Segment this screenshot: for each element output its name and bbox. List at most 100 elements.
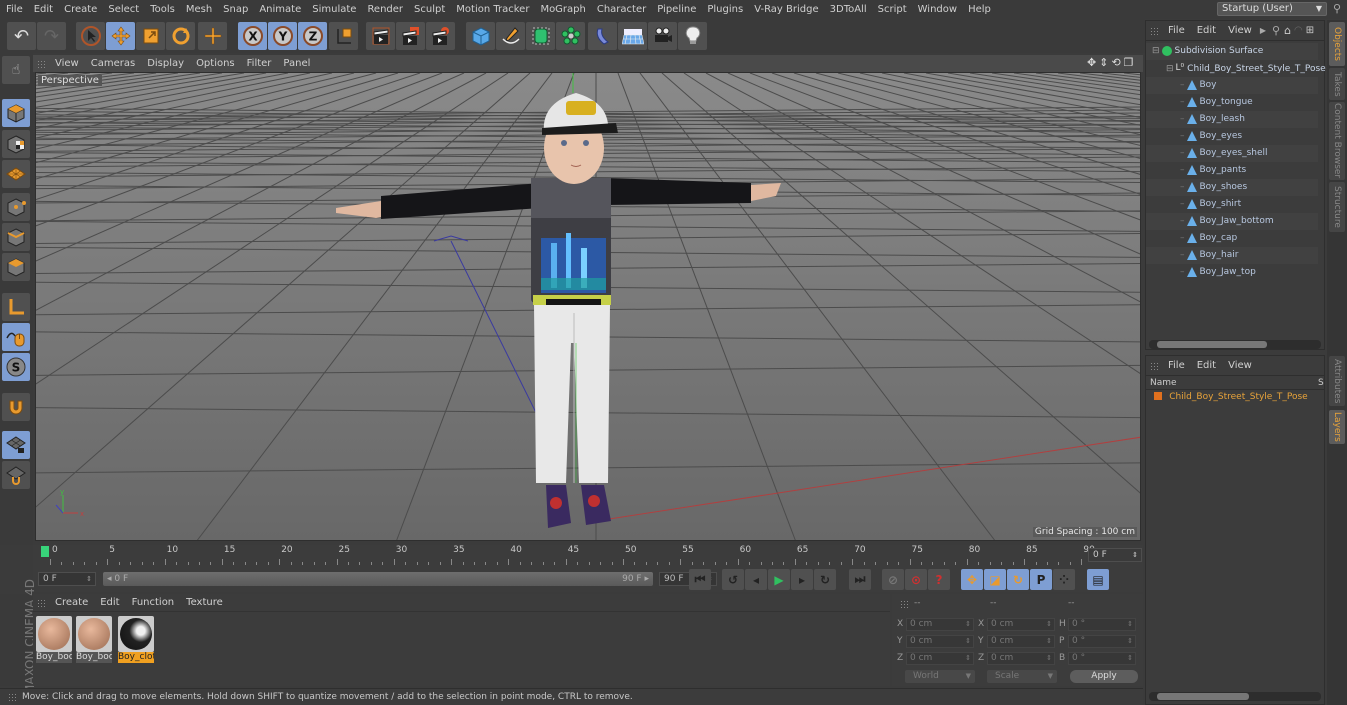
menu-snap[interactable]: Snap: [217, 4, 253, 15]
layer-row[interactable]: Child_Boy_Street_Style_T_Pose: [1154, 391, 1308, 405]
rotation-field[interactable]: 0 ° ⇕: [1068, 618, 1136, 631]
object-row[interactable]: – Boy_cap: [1146, 230, 1318, 247]
planar-workplane-button[interactable]: [2, 461, 30, 489]
model-mode-button[interactable]: [2, 99, 30, 127]
start-frame-field[interactable]: 0 F ⇕: [38, 572, 96, 586]
lock-workplane-button[interactable]: [2, 431, 30, 459]
timeline-window-button[interactable]: ▤: [1087, 569, 1109, 590]
position-field[interactable]: 0 cm ⇕: [906, 618, 974, 631]
polygons-mode-button[interactable]: [2, 253, 30, 281]
object-menu-file[interactable]: File: [1162, 25, 1191, 36]
record-disabled-button[interactable]: ⊘: [882, 569, 904, 590]
home-icon[interactable]: ⌂: [1284, 24, 1291, 37]
tab-objects[interactable]: Objects: [1329, 22, 1345, 66]
key-rotation-button[interactable]: ↻: [1007, 569, 1029, 590]
layer-menu-view[interactable]: View: [1222, 360, 1258, 371]
object-row[interactable]: – Boy_tongue: [1146, 94, 1318, 111]
layout-select[interactable]: Startup (User) ▼: [1217, 2, 1327, 16]
layer-scrollbar[interactable]: [1149, 692, 1321, 701]
menu-mesh[interactable]: Mesh: [180, 4, 217, 15]
object-row[interactable]: – Boy_shoes: [1146, 179, 1318, 196]
object-row[interactable]: – Boy_shirt: [1146, 196, 1318, 213]
3d-viewport[interactable]: y x Perspective Grid Spacing : 100 cm: [35, 72, 1141, 541]
tab-content-browser[interactable]: Content Browser: [1329, 102, 1345, 180]
deformer-button[interactable]: [588, 22, 617, 50]
camera-button[interactable]: [648, 22, 677, 50]
render-picture-viewer-button[interactable]: [396, 22, 425, 50]
workplane-mode-button[interactable]: [2, 160, 30, 188]
cloner-button[interactable]: [556, 22, 585, 50]
viewport-menu-filter[interactable]: Filter: [241, 58, 278, 69]
keyframe-selection-button[interactable]: ?: [928, 569, 950, 590]
object-row[interactable]: – Boy_leash: [1146, 111, 1318, 128]
material-item-selected[interactable]: Boy_clot: [118, 616, 154, 664]
move-tool-button[interactable]: [106, 22, 135, 50]
autokey-button[interactable]: ⊙: [905, 569, 927, 590]
camera-label[interactable]: Perspective: [38, 75, 102, 86]
panel-grip-icon[interactable]: [1150, 361, 1158, 370]
menu-render[interactable]: Render: [361, 4, 408, 15]
new-view-icon[interactable]: ⊞: [1306, 25, 1314, 36]
collapse-icon[interactable]: ⊟: [1166, 64, 1174, 74]
light-button[interactable]: [678, 22, 707, 50]
menu-character[interactable]: Character: [591, 4, 651, 15]
next-key-button[interactable]: ↻: [814, 569, 836, 590]
search-icon[interactable]: ⚲: [1333, 2, 1341, 15]
subdivision-surface-button[interactable]: [526, 22, 555, 50]
position-field[interactable]: 0 cm ⇕: [906, 652, 974, 665]
panel-grip-icon[interactable]: [37, 598, 45, 607]
menu-tools[interactable]: Tools: [144, 4, 180, 15]
undo-button[interactable]: ↶: [7, 22, 36, 50]
panel-grip-icon[interactable]: [1150, 26, 1158, 35]
previous-key-button[interactable]: ↺: [722, 569, 744, 590]
y-axis-button[interactable]: Y: [268, 22, 297, 50]
coordinate-system-button[interactable]: [329, 22, 358, 50]
menu-mograph[interactable]: MoGraph: [534, 4, 590, 15]
previous-frame-button[interactable]: ◂: [745, 569, 767, 590]
pen-button[interactable]: [496, 22, 525, 50]
panel-grip-icon[interactable]: [900, 600, 908, 608]
menu-motion-tracker[interactable]: Motion Tracker: [450, 4, 534, 15]
tweak-mode-button[interactable]: [2, 323, 30, 351]
position-field[interactable]: 0 cm ⇕: [906, 635, 974, 648]
viewport-menu-view[interactable]: View: [49, 58, 85, 69]
size-field[interactable]: 0 cm ⇕: [987, 652, 1055, 665]
object-row[interactable]: ⊟ Subdivision Surface: [1146, 43, 1318, 60]
object-menu-view[interactable]: View: [1222, 25, 1258, 36]
menu-help[interactable]: Help: [962, 4, 996, 15]
more-arrow-icon[interactable]: ▶: [1260, 26, 1266, 35]
zoom-view-icon[interactable]: ⇕: [1099, 56, 1108, 69]
layer-menu-edit[interactable]: Edit: [1191, 360, 1222, 371]
panel-grip-icon[interactable]: [37, 59, 45, 68]
key-parameter-button[interactable]: P: [1030, 569, 1052, 590]
object-row[interactable]: ⊟ L⁰ Child_Boy_Street_Style_T_Pose: [1146, 60, 1326, 77]
live-selection-button[interactable]: [76, 22, 105, 50]
x-axis-button[interactable]: X: [238, 22, 267, 50]
key-point-level-button[interactable]: ⁘: [1053, 569, 1075, 590]
render-settings-button[interactable]: [426, 22, 455, 50]
scrollbar-thumb[interactable]: [1157, 693, 1249, 700]
object-scrollbar[interactable]: [1149, 340, 1321, 349]
size-field[interactable]: 0 cm ⇕: [987, 635, 1055, 648]
tab-layers[interactable]: Layers: [1329, 410, 1345, 444]
collapse-icon[interactable]: ⊟: [1152, 46, 1160, 56]
object-row[interactable]: – Boy_Jaw_bottom: [1146, 213, 1318, 230]
next-frame-button[interactable]: ▸: [791, 569, 813, 590]
cube-button[interactable]: [466, 22, 495, 50]
rotation-field[interactable]: 0 ° ⇕: [1068, 635, 1136, 648]
tab-attributes[interactable]: Attributes: [1329, 356, 1345, 406]
recent-tools-button[interactable]: [198, 22, 227, 50]
object-row[interactable]: – Boy_eyes_shell: [1146, 145, 1318, 162]
object-row[interactable]: – Boy_hair: [1146, 247, 1318, 264]
play-button[interactable]: ▶: [768, 569, 790, 590]
go-to-end-button[interactable]: ⏭: [849, 569, 871, 590]
rotate-tool-button[interactable]: [166, 22, 195, 50]
go-to-start-button[interactable]: ⏮: [689, 569, 711, 590]
render-view-button[interactable]: [366, 22, 395, 50]
tab-structure[interactable]: Structure: [1329, 182, 1345, 232]
menu-select[interactable]: Select: [102, 4, 144, 15]
object-row[interactable]: – Boy_eyes: [1146, 128, 1318, 145]
viewport-menu-panel[interactable]: Panel: [277, 58, 316, 69]
z-axis-button[interactable]: Z: [298, 22, 327, 50]
snap-button[interactable]: [2, 393, 30, 421]
